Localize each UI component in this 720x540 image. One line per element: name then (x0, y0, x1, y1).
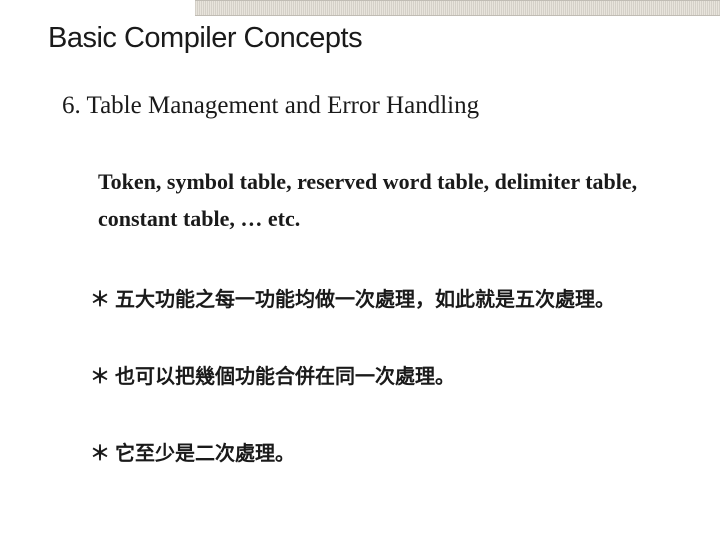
section-heading: 6. Table Management and Error Handling (62, 92, 479, 120)
bullet-item: ＊ 它至少是二次處理。 (90, 437, 700, 466)
slide-top-border (195, 0, 720, 16)
bullet-item: ＊ 五大功能之每一功能均做一次處理，如此就是五次處理。 (90, 283, 700, 312)
slide-title: Basic Compiler Concepts (48, 22, 362, 55)
body-paragraph: Token, symbol table, reserved word table… (98, 163, 680, 238)
bullet-item: ＊ 也可以把幾個功能合併在同一次處理。 (90, 360, 700, 389)
